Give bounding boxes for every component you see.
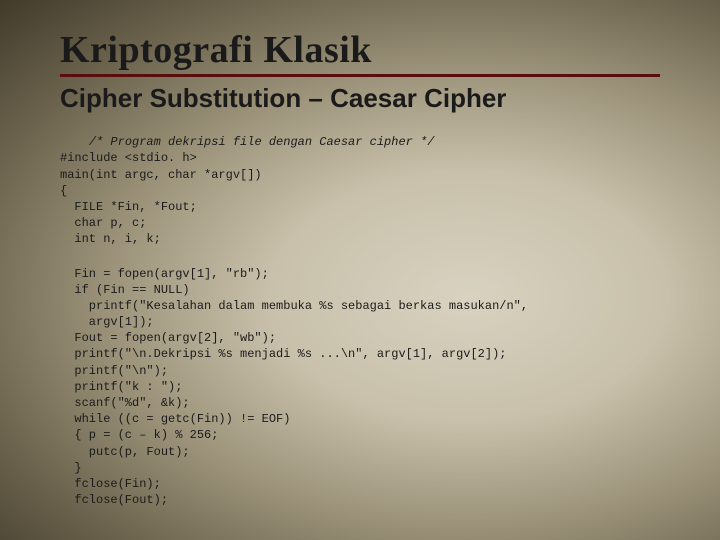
- code-block-2: Fin = fopen(argv[1], "rb"); if (Fin == N…: [60, 267, 528, 508]
- slide: Kriptografi Klasik Cipher Substitution –…: [0, 0, 720, 540]
- title-underline: [60, 74, 660, 77]
- slide-title: Kriptografi Klasik: [60, 28, 660, 72]
- code-comment: /* Program dekripsi file dengan Caesar c…: [89, 135, 435, 149]
- code-block-1: #include <stdio. h> main(int argc, char …: [60, 151, 262, 246]
- code-area: /* Program dekripsi file dengan Caesar c…: [60, 118, 660, 540]
- slide-subtitle: Cipher Substitution – Caesar Cipher: [60, 83, 660, 114]
